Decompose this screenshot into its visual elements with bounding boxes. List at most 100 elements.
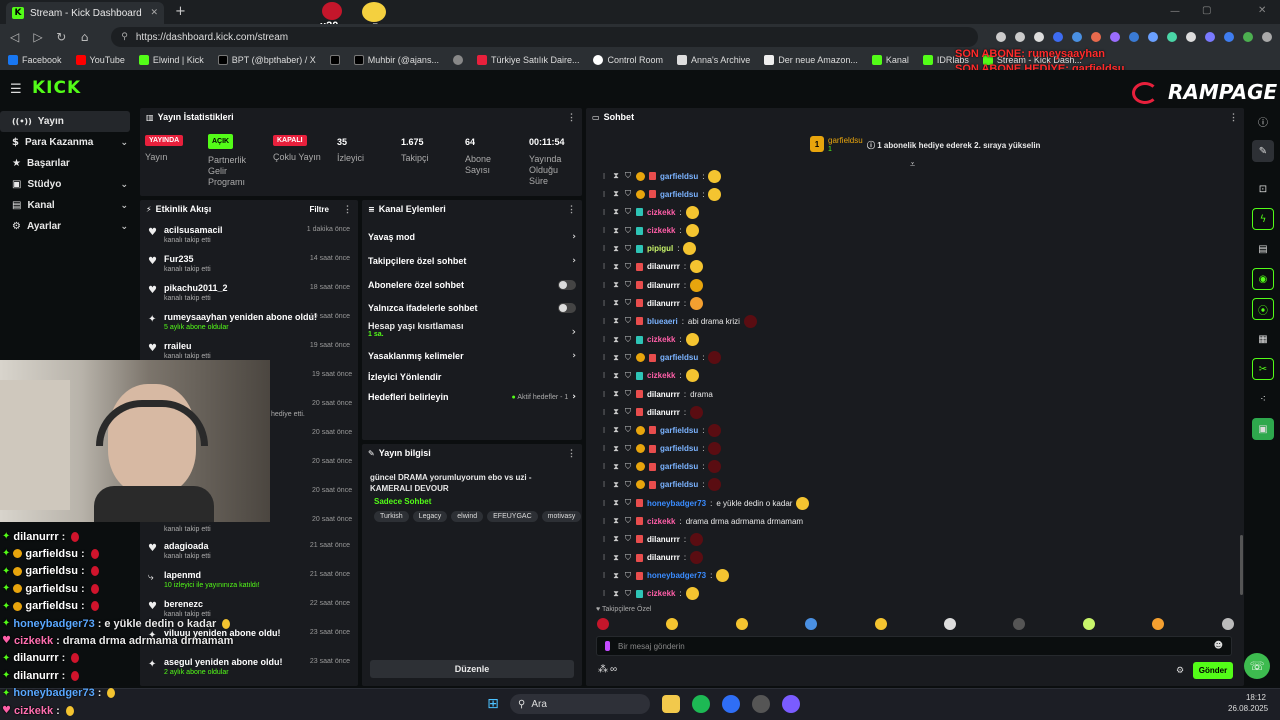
gift-badge-icon[interactable]: [636, 480, 645, 490]
timeout-icon[interactable]: ⧗: [612, 244, 620, 254]
chat-message[interactable]: ⁝ ⧗ ⛉ dilanurrr:: [600, 530, 704, 548]
subscriber-badge-icon[interactable]: [636, 571, 643, 580]
pin-icon[interactable]: ⁝: [600, 172, 608, 181]
subscriber-badge-icon[interactable]: [636, 281, 643, 290]
pin-icon[interactable]: ⁝: [600, 299, 608, 308]
extension-icon[interactable]: [1128, 32, 1139, 42]
timeout-icon[interactable]: ⧗: [612, 353, 620, 363]
rail-chat-icon[interactable]: ◉: [1252, 268, 1274, 290]
chat-username[interactable]: garfieldsu: [660, 190, 698, 199]
subscriber-badge-icon[interactable]: [649, 462, 656, 471]
subscriber-badge-icon[interactable]: [649, 190, 656, 199]
browser-tab[interactable]: K Stream - Kick Dashboard ✕: [6, 2, 164, 24]
extension-icon[interactable]: [1090, 32, 1101, 42]
emote-icon[interactable]: [708, 478, 722, 492]
bookmark[interactable]: Facebook: [8, 55, 62, 65]
bookmark[interactable]: Elwind | Kick: [138, 55, 204, 65]
chat-username[interactable]: cizkekk: [647, 371, 675, 380]
timeout-icon[interactable]: ⧗: [612, 371, 620, 381]
subscriber-badge-icon[interactable]: [649, 444, 656, 453]
subscriber-badge-icon[interactable]: [636, 517, 643, 526]
gift-badge-icon[interactable]: [636, 189, 645, 199]
tag[interactable]: Legacy: [412, 511, 448, 522]
category-name[interactable]: Sadece Sohbet: [374, 497, 585, 506]
emote-icon[interactable]: [708, 460, 722, 474]
pin-icon[interactable]: ⁝: [600, 317, 608, 326]
chat-scrollbar[interactable]: [1240, 535, 1243, 595]
activity-item[interactable]: ♥ Fur235 kanalı takip etti 14 saat önce: [140, 251, 358, 280]
goals-row[interactable]: Hedefleri belirleyin ● Aktif hedefler - …: [362, 387, 582, 407]
tag[interactable]: motivasy: [541, 511, 582, 522]
timeout-icon[interactable]: ⧗: [612, 498, 620, 508]
chat-message[interactable]: ⁝ ⧗ ⛉ dilanurrr:: [600, 276, 704, 294]
subscriber-badge-icon[interactable]: [636, 299, 643, 308]
chat-message[interactable]: ⁝ ⧗ ⛉ cizkekk: drama drma adrmama drmamam: [600, 512, 803, 530]
banned-words-row[interactable]: Yasaklanmış kelimeler ›: [362, 345, 582, 367]
extension-icon[interactable]: [1204, 32, 1215, 42]
pin-icon[interactable]: ⁝: [600, 589, 608, 598]
sidebar-item-yayin[interactable]: ((•)) Yayın: [0, 111, 130, 132]
chat-username[interactable]: garfieldsu: [660, 444, 698, 453]
pin-icon[interactable]: ⁝: [600, 426, 608, 435]
hamburger-menu-icon[interactable]: ☰: [10, 82, 22, 97]
more-options-icon[interactable]: ⋮: [567, 204, 576, 215]
bookmark[interactable]: BPT (@bpthaber) / X: [217, 55, 316, 65]
chat-tools-icon[interactable]: ⁂: [598, 664, 608, 675]
quick-emote-icon[interactable]: [1082, 618, 1095, 630]
browser-icon[interactable]: [722, 695, 740, 713]
rail-tools-icon[interactable]: ✂: [1252, 358, 1274, 380]
chat-message[interactable]: ⁝ ⧗ ⛉ dilanurrr: drama: [600, 385, 713, 403]
gift-badge-icon[interactable]: [636, 353, 645, 363]
chat-username[interactable]: pipigul: [647, 244, 673, 253]
bookmark[interactable]: Control Room: [593, 55, 663, 65]
pin-icon[interactable]: ⁝: [600, 353, 608, 362]
timeout-icon[interactable]: ⧗: [612, 389, 620, 399]
more-options-icon[interactable]: ⋮: [1229, 112, 1238, 123]
windows-start-icon[interactable]: ⊞: [484, 695, 502, 713]
chat-message[interactable]: ⁝ ⧗ ⛉ blueaeri: abi drama krizi: [600, 312, 757, 330]
subscriber-badge-icon[interactable]: [636, 589, 643, 598]
taskbar-search[interactable]: ⚲ Ara: [510, 694, 650, 714]
chat-message[interactable]: ⁝ ⧗ ⛉ dilanurrr:: [600, 549, 704, 567]
emotes-only-toggle[interactable]: [558, 303, 576, 313]
chat-username[interactable]: dilanurrr: [647, 299, 680, 308]
filter-button[interactable]: Filtre: [309, 205, 329, 214]
activity-item[interactable]: ✦ asegul yeniden abone oldu! 2 aylık abone…: [140, 654, 358, 683]
bookmark[interactable]: Kanal: [871, 55, 909, 65]
collapse-pinned-icon[interactable]: ⩡: [910, 160, 915, 170]
emote-icon[interactable]: [690, 260, 704, 274]
chat-username[interactable]: garfieldsu: [660, 353, 698, 362]
tab-close-icon[interactable]: ✕: [150, 8, 158, 18]
chat-username[interactable]: dilanurrr: [647, 262, 680, 271]
subscriber-badge-icon[interactable]: [636, 535, 643, 544]
emote-icon[interactable]: [690, 551, 704, 565]
rail-layout-icon[interactable]: ▦: [1252, 328, 1274, 350]
rail-bolt-icon[interactable]: ϟ: [1252, 208, 1274, 230]
timeout-icon[interactable]: ⧗: [612, 171, 620, 181]
emote-icon[interactable]: [708, 442, 722, 456]
chat-message[interactable]: ⁝ ⧗ ⛉ dilanurrr:: [600, 403, 704, 421]
bookmark[interactable]: Anna's Archive: [677, 55, 750, 65]
infinity-icon[interactable]: ∞: [610, 664, 617, 675]
file-explorer-icon[interactable]: [662, 695, 680, 713]
rail-crop-icon[interactable]: ⊡: [1252, 178, 1274, 200]
rail-broadcast-icon[interactable]: ⦿: [1252, 298, 1274, 320]
pin-icon[interactable]: ⁝: [600, 190, 608, 199]
pin-icon[interactable]: ⁝: [600, 281, 608, 290]
timeout-icon[interactable]: ⧗: [612, 316, 620, 326]
spotify-icon[interactable]: [692, 695, 710, 713]
timeout-icon[interactable]: ⧗: [612, 407, 620, 417]
subscriber-badge-icon[interactable]: [636, 408, 643, 417]
chat-input[interactable]: Bir mesaj gönderin ☻: [596, 636, 1232, 656]
search-icon[interactable]: [995, 32, 1006, 42]
chat-username[interactable]: cizkekk: [647, 335, 675, 344]
chat-username[interactable]: dilanurrr: [647, 408, 680, 417]
edit-button[interactable]: Düzenle: [370, 660, 574, 678]
pinned-user[interactable]: garfieldsu: [828, 136, 863, 145]
window-maximize-icon[interactable]: ▢: [1202, 5, 1211, 16]
chat-username[interactable]: cizkekk: [647, 517, 675, 526]
subs-only-toggle[interactable]: [558, 280, 576, 290]
quick-emote-icon[interactable]: [1221, 618, 1234, 630]
more-options-icon[interactable]: ⋮: [343, 204, 352, 215]
emote-icon[interactable]: [690, 405, 704, 419]
